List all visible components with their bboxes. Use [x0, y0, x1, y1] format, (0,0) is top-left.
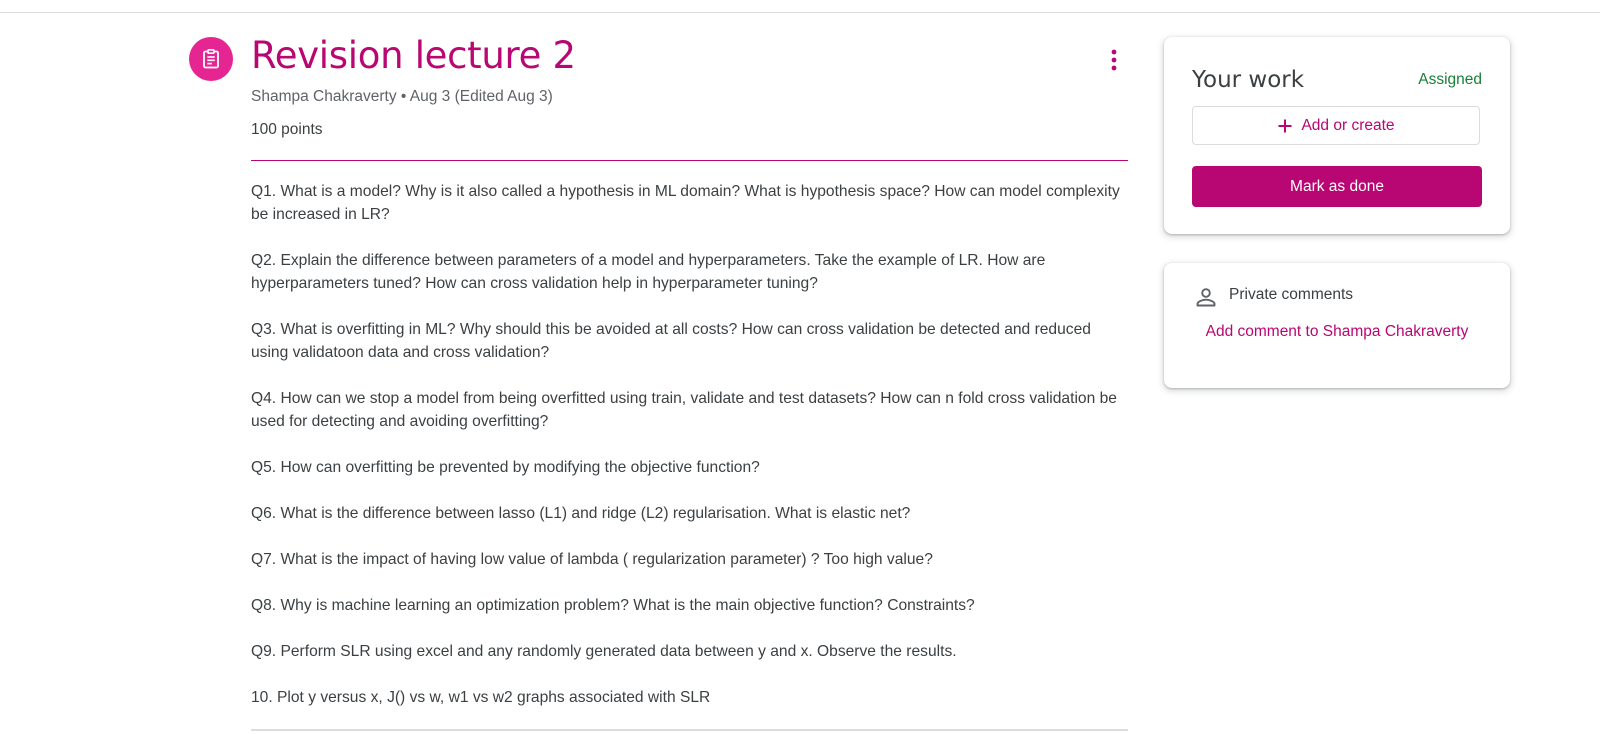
question-item: Q4. How can we stop a model from being o…: [251, 390, 1117, 430]
more-options-button[interactable]: [1098, 42, 1130, 78]
assignment-title: Revision lecture 2: [251, 34, 576, 77]
question-item: Q8. Why is machine learning an optimizat…: [251, 597, 975, 614]
your-work-card: Your work Assigned Add or create Mark as…: [1164, 37, 1510, 234]
assignment-points: 100 points: [251, 121, 323, 138]
footer-divider: [251, 729, 1128, 731]
top-divider: [0, 12, 1600, 13]
question-item: Q1. What is a model? Why is it also call…: [251, 183, 1120, 223]
mark-as-done-label: Mark as done: [1290, 177, 1384, 195]
person-icon: [1196, 288, 1216, 307]
add-or-create-button[interactable]: Add or create: [1192, 106, 1480, 145]
question-item: Q7. What is the impact of having low val…: [251, 551, 933, 568]
question-item: Q3. What is overfitting in ML? Why shoul…: [251, 321, 1091, 361]
assignment-meta: Shampa Chakraverty • Aug 3 (Edited Aug 3…: [251, 88, 553, 105]
status-badge: Assigned: [1418, 71, 1482, 88]
assignment-icon: [189, 37, 233, 81]
question-item: 10. Plot y versus x, J() vs w, w1 vs w2 …: [251, 689, 711, 706]
header-divider: [251, 160, 1128, 161]
question-item: Q9. Perform SLR using excel and any rand…: [251, 643, 957, 660]
question-list: Q1. What is a model? Why is it also call…: [251, 180, 1128, 732]
add-or-create-label: Add or create: [1301, 116, 1395, 134]
question-item: Q2. Explain the difference between param…: [251, 252, 1046, 292]
your-work-heading: Your work: [1192, 67, 1305, 93]
question-item: Q6. What is the difference between lasso…: [251, 505, 911, 522]
plus-icon: [1278, 119, 1292, 132]
question-item: Q5. How can overfitting be prevented by …: [251, 459, 760, 476]
more-vert-icon: [1111, 49, 1117, 71]
private-comments-label: Private comments: [1229, 286, 1354, 303]
add-comment-link[interactable]: Add comment to Shampa Chakraverty: [1192, 318, 1482, 346]
private-comments-card: Private comments Add comment to Shampa C…: [1164, 263, 1510, 388]
mark-as-done-button[interactable]: Mark as done: [1192, 166, 1482, 207]
